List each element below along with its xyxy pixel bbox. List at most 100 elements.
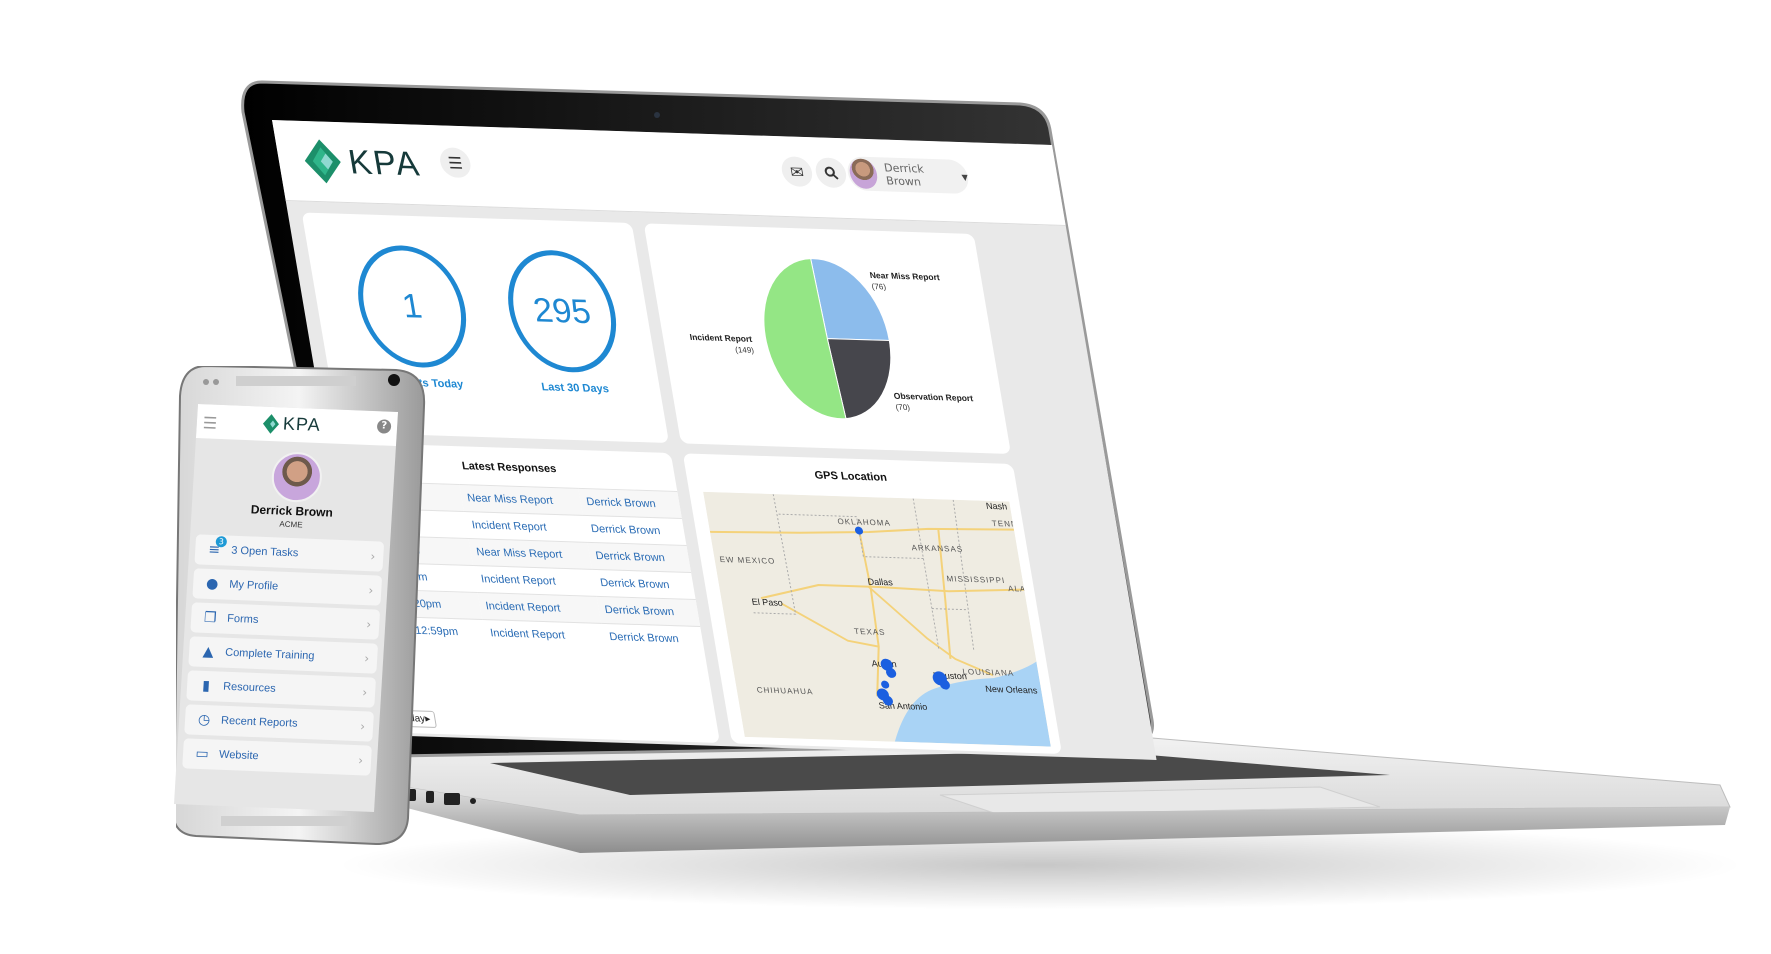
menu-item-forms[interactable]: ❐ Forms › — [190, 602, 381, 640]
phone-screen: ☰ KPA ? Derrick Brown ACME ≡ 3 3 Open Tas… — [174, 404, 398, 812]
port — [444, 793, 460, 805]
menu-item-complete-training[interactable]: ▲ Complete Training › — [188, 636, 379, 674]
map-city: Nash — [985, 501, 1008, 512]
logo-text: KPA — [345, 142, 424, 184]
map-label: TENNI — [991, 519, 1021, 529]
top-bar: KPA ☰ ✉ Derrick Brown ▼ — [272, 120, 1066, 226]
map-label: LOUISIANA — [962, 667, 1015, 678]
pie-label: Near Miss Report — [869, 270, 941, 282]
gps-location-card: GPS Location OKLAHOMA ARKANSAS MISSISSIP… — [682, 453, 1063, 754]
map-label: TEXAS — [853, 627, 886, 637]
response-type[interactable]: Incident Report — [472, 565, 597, 597]
menu-item-label: Resources — [222, 680, 277, 695]
phone: ☰ KPA ? Derrick Brown ACME ≡ 3 3 Open Tas… — [174, 366, 432, 846]
book-icon: ▮ — [201, 677, 211, 695]
laptop-icon: ▭ — [194, 745, 210, 763]
stat-value: 295 — [530, 290, 594, 331]
pie-label: Incident Report — [689, 332, 753, 344]
menu-item-open-tasks[interactable]: ≡ 3 3 Open Tasks › — [194, 534, 385, 572]
response-type[interactable]: Near Miss Report — [468, 538, 593, 570]
chevron-right-icon: › — [357, 753, 364, 768]
response-user[interactable]: Derrick Brown — [601, 623, 705, 654]
menu-button[interactable]: ☰ — [437, 147, 473, 179]
response-type[interactable]: Incident Report — [477, 592, 602, 624]
graduation-cap-icon: ▲ — [202, 643, 215, 661]
map-city: El Paso — [751, 597, 784, 608]
stat-last-30-days[interactable]: 295 Last 30 Days — [497, 248, 631, 397]
front-camera — [388, 374, 400, 386]
tasks-badge: 3 — [215, 536, 228, 548]
response-type[interactable]: Incident Report — [482, 619, 606, 650]
menu-item-label: Complete Training — [224, 646, 315, 663]
user-menu[interactable]: Derrick Brown ▼ — [845, 156, 971, 195]
response-user[interactable]: Derrick Brown — [578, 488, 682, 519]
user-icon: ● — [205, 575, 219, 593]
response-user[interactable]: Derrick Brown — [587, 542, 692, 573]
chevron-right-icon: › — [363, 651, 370, 666]
menu-item-my-profile[interactable]: ● My Profile › — [192, 568, 383, 606]
kpa-logo-icon — [304, 139, 341, 184]
response-user[interactable]: Derrick Brown — [582, 515, 687, 546]
map-label: MISSISSIPPI — [946, 574, 1006, 585]
map-city: New Orleans — [984, 684, 1038, 696]
phone-menu: ≡ 3 3 Open Tasks › ● My Profile › ❐ Forms… — [182, 534, 385, 780]
tasks-icon: ≡ 3 — [203, 536, 228, 559]
map-label: ALAB — [1007, 584, 1033, 594]
menu-item-label: Forms — [226, 612, 259, 626]
logo-text: KPA — [282, 413, 322, 435]
response-user[interactable]: Derrick Brown — [592, 569, 696, 600]
webcam — [654, 112, 660, 118]
kpa-logo-icon — [263, 413, 280, 434]
chevron-right-icon: › — [359, 719, 366, 734]
help-icon[interactable]: ? — [376, 419, 392, 434]
stat-ring: 295 — [498, 248, 626, 374]
menu-item-recent-reports[interactable]: ◷ Recent Reports › — [184, 704, 374, 742]
stat-label: Last 30 Days — [540, 381, 610, 396]
port — [470, 798, 476, 804]
stat-value: 1 — [399, 286, 425, 326]
forms-icon: ❐ — [203, 609, 217, 627]
pie-chart: Near Miss Report(76) Observation Report(7… — [689, 258, 974, 420]
caret-down-icon: ▼ — [961, 172, 969, 182]
pie-value: (70) — [895, 403, 911, 412]
kpa-logo: KPA — [262, 413, 321, 436]
map-label: OKLAHOMA — [837, 517, 892, 528]
chevron-right-icon: › — [370, 549, 376, 564]
avatar — [847, 158, 880, 190]
chevron-right-icon: › — [365, 617, 372, 632]
menu-item-label: My Profile — [228, 578, 279, 593]
menu-item-label: Website — [218, 748, 259, 763]
menu-item-label: Recent Reports — [220, 714, 298, 730]
pie-value: (149) — [734, 345, 754, 355]
user-name: Derrick Brown — [883, 161, 925, 189]
response-type[interactable]: Incident Report — [463, 511, 588, 543]
map-city: Dallas — [867, 577, 894, 588]
stat-ring: 1 — [348, 243, 476, 370]
menu-item-resources[interactable]: ▮ Resources › — [186, 670, 377, 708]
speaker-grille — [221, 816, 351, 826]
menu-icon[interactable]: ☰ — [202, 413, 217, 433]
pie-chart-card: Near Miss Report (76) Observation Report (7… — [643, 223, 1012, 454]
chevron-right-icon: › — [361, 685, 368, 700]
search-icon — [824, 166, 839, 180]
pie-label: Observation Report — [893, 391, 974, 403]
map-label: ARKANSAS — [911, 543, 964, 554]
response-user[interactable]: Derrick Brown — [596, 596, 701, 627]
phone-top-bar: ☰ KPA ? — [195, 404, 398, 446]
pie-value: (76) — [871, 282, 887, 291]
avatar — [270, 451, 324, 504]
mail-icon: ✉ — [788, 161, 806, 182]
mail-button[interactable]: ✉ — [779, 156, 815, 188]
clock-icon: ◷ — [197, 711, 211, 729]
gps-title: GPS Location — [813, 469, 888, 484]
response-type[interactable]: Near Miss Report — [459, 484, 583, 516]
kpa-logo[interactable]: KPA — [301, 139, 424, 187]
map-label: EW MEXICO — [719, 555, 776, 566]
chevron-right-icon: › — [368, 583, 374, 598]
gps-map[interactable]: OKLAHOMA ARKANSAS MISSISSIPPI TEXAS LOUI… — [703, 491, 1051, 747]
map-label: CHIHUAHUA — [756, 686, 814, 697]
search-button[interactable] — [813, 157, 849, 189]
menu-item-label: 3 Open Tasks — [230, 544, 299, 560]
menu-item-website[interactable]: ▭ Website › — [182, 738, 372, 776]
menu-icon: ☰ — [446, 152, 465, 173]
